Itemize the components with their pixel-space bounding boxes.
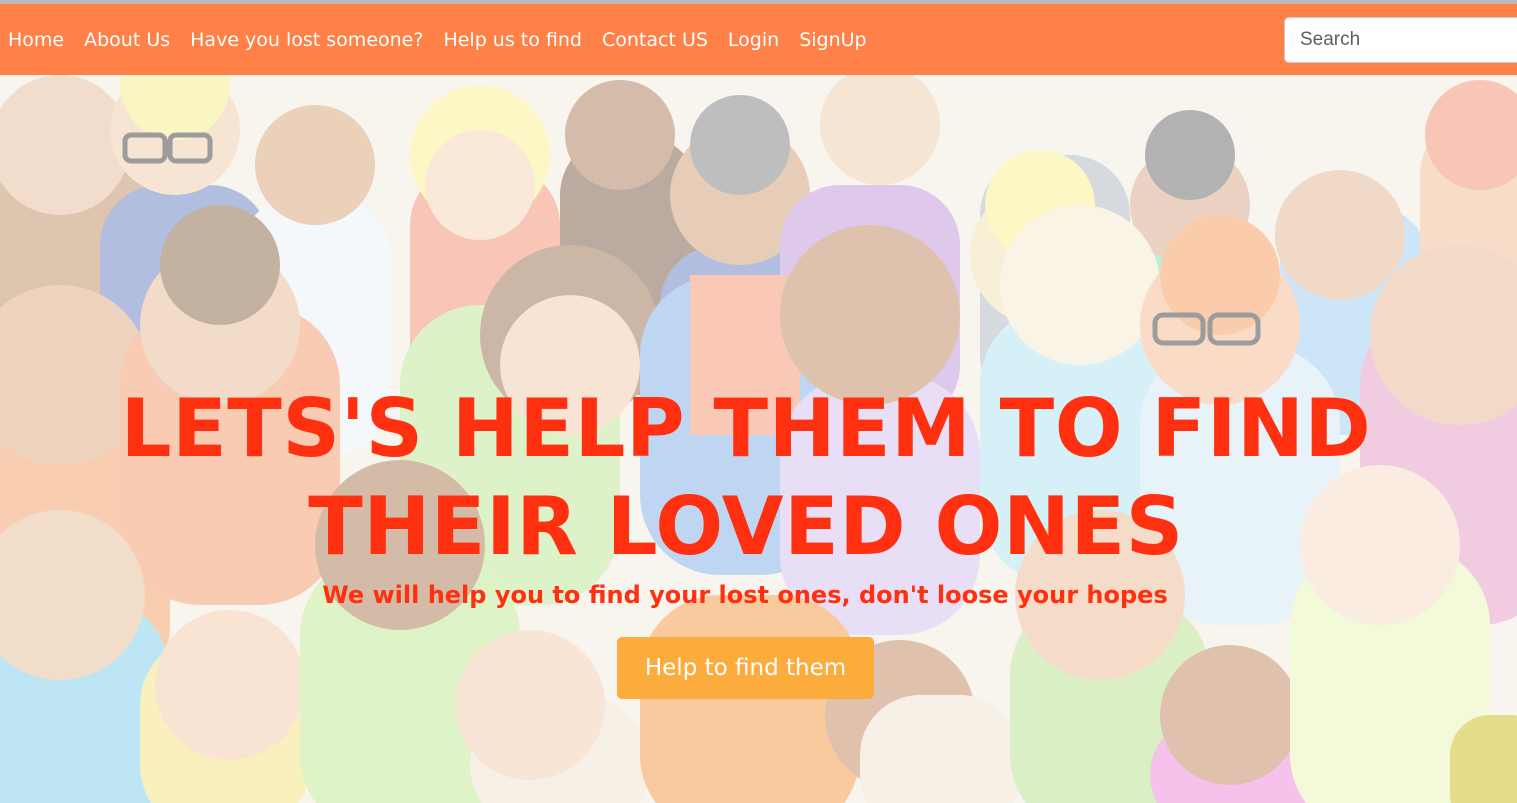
nav-lost-someone-link[interactable]: Have you lost someone?: [190, 29, 423, 51]
search-input[interactable]: [1284, 17, 1517, 63]
hero-headline: LETS'S HELP THEM TO FIND THEIR LOVED ONE…: [120, 382, 1372, 573]
nav-about-link[interactable]: About Us: [84, 29, 170, 51]
top-navbar: Home About Us Have you lost someone? Hel…: [0, 4, 1517, 75]
nav-help-find-link[interactable]: Help us to find: [443, 29, 582, 51]
nav-links: Home About Us Have you lost someone? Hel…: [8, 4, 887, 75]
nav-contact-link[interactable]: Contact US: [602, 29, 708, 51]
nav-login-link[interactable]: Login: [728, 29, 779, 51]
nav-home-link[interactable]: Home: [8, 29, 64, 51]
hero-section: LETS'S HELP THEM TO FIND THEIR LOVED ONE…: [0, 75, 1517, 803]
hero-subheadline: We will help you to find your lost ones,…: [322, 581, 1168, 609]
nav-signup-link[interactable]: SignUp: [799, 29, 866, 51]
help-to-find-button[interactable]: Help to find them: [617, 637, 874, 699]
